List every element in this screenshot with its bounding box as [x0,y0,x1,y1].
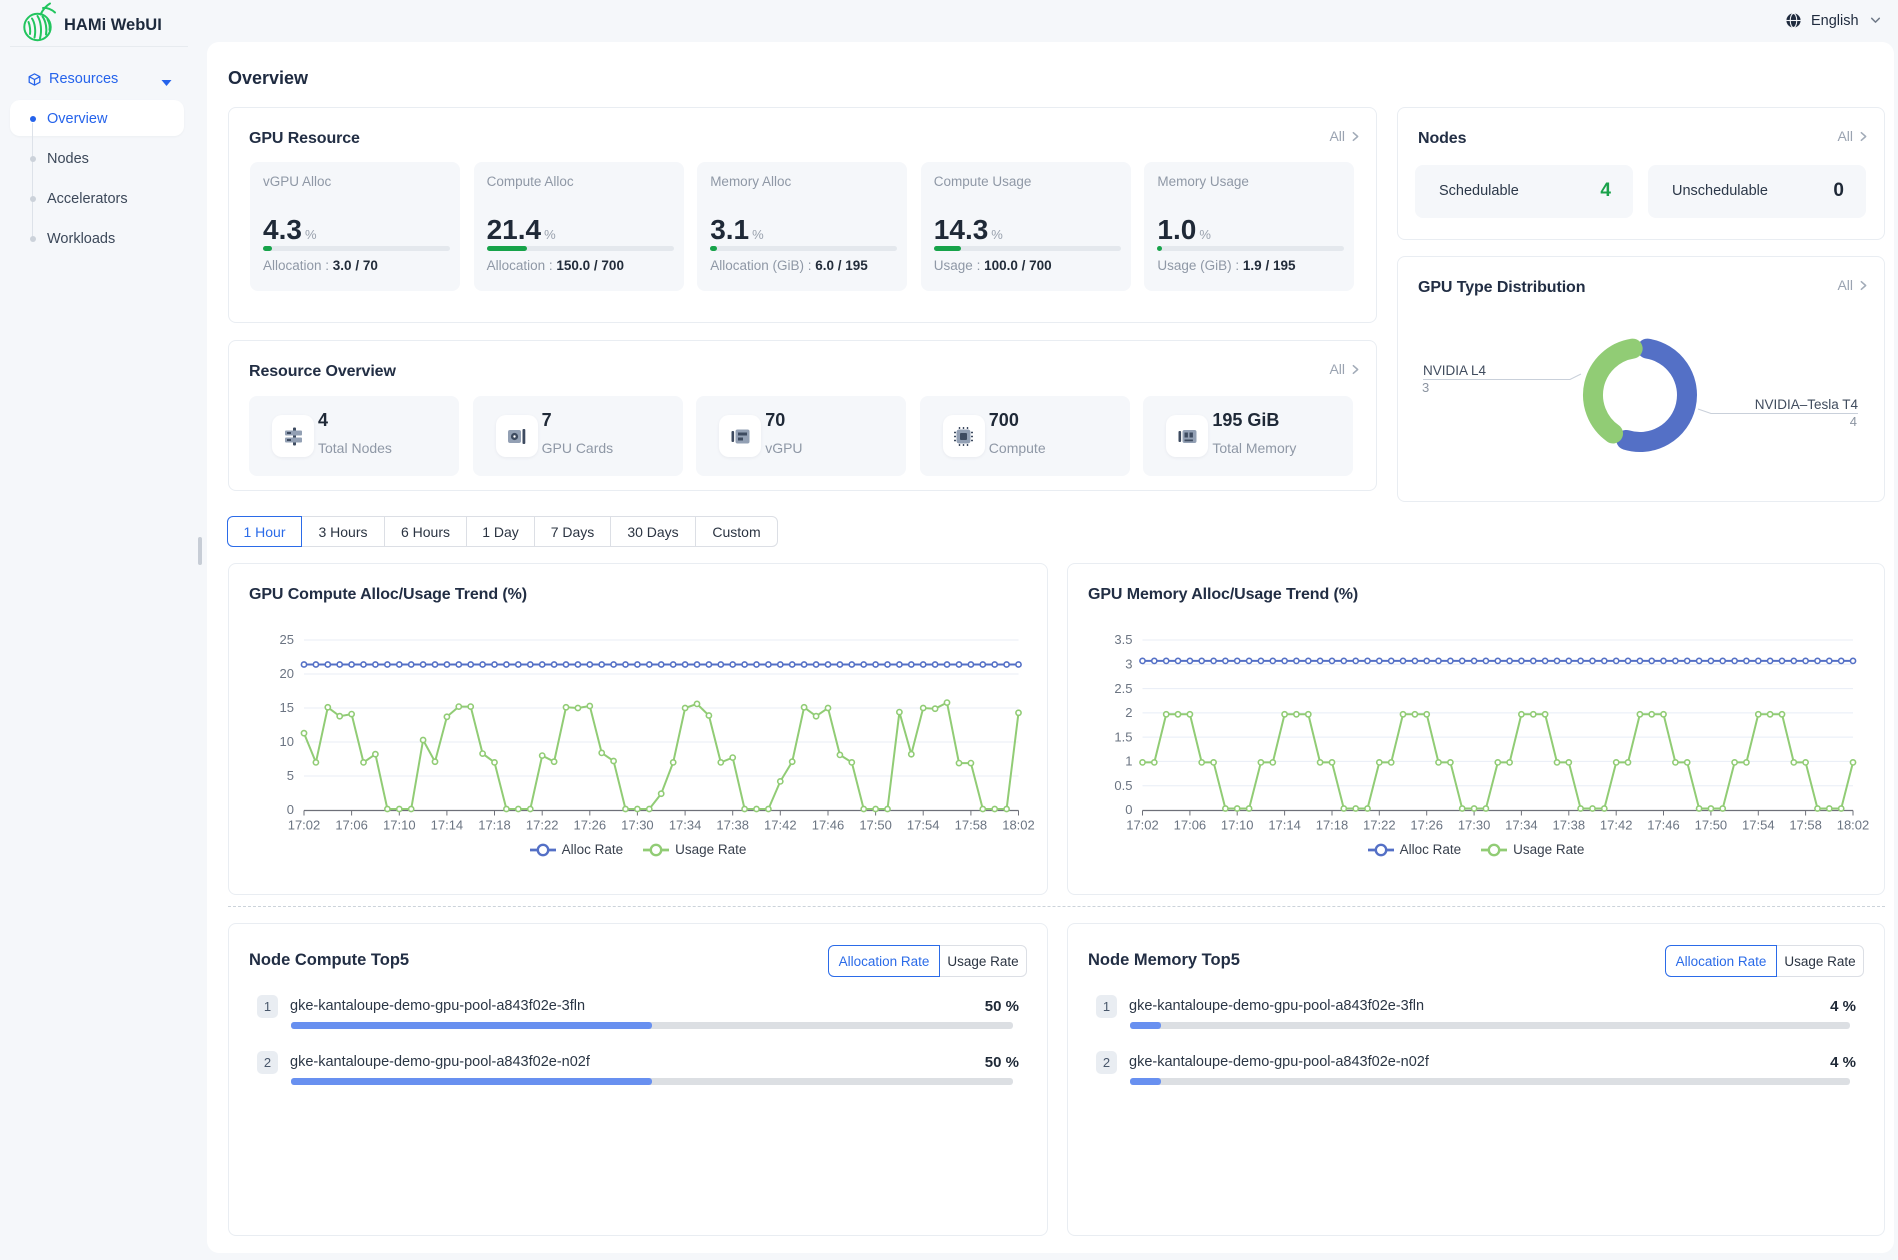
svg-text:17:38: 17:38 [716,818,749,833]
svg-text:0: 0 [287,802,294,817]
svg-text:17:18: 17:18 [478,818,511,833]
svg-text:17:30: 17:30 [621,818,654,833]
svg-text:17:02: 17:02 [1126,818,1159,833]
svg-text:17:46: 17:46 [812,818,845,833]
svg-text:17:42: 17:42 [764,818,797,833]
svg-text:0: 0 [1125,802,1132,817]
svg-text:NVIDIA–Tesla T4: NVIDIA–Tesla T4 [1755,397,1859,412]
svg-text:17:50: 17:50 [859,818,892,833]
svg-text:17:06: 17:06 [335,818,368,833]
svg-text:17:02: 17:02 [288,818,321,833]
svg-text:17:06: 17:06 [1174,818,1207,833]
svg-text:17:42: 17:42 [1600,818,1633,833]
svg-text:1.5: 1.5 [1114,729,1132,744]
svg-text:17:58: 17:58 [1789,818,1822,833]
svg-text:3: 3 [1125,657,1132,672]
svg-text:17:46: 17:46 [1647,818,1680,833]
svg-text:5: 5 [287,768,294,783]
svg-text:4: 4 [1850,414,1857,429]
svg-text:17:54: 17:54 [1742,818,1775,833]
svg-text:17:14: 17:14 [431,818,464,833]
svg-text:17:26: 17:26 [574,818,607,833]
svg-text:3.5: 3.5 [1114,632,1132,647]
svg-text:25: 25 [280,632,294,647]
svg-text:17:10: 17:10 [383,818,416,833]
svg-text:17:22: 17:22 [1363,818,1396,833]
svg-text:0.5: 0.5 [1114,778,1132,793]
svg-text:17:26: 17:26 [1410,818,1443,833]
svg-text:20: 20 [280,666,294,681]
svg-text:17:54: 17:54 [907,818,940,833]
svg-text:18:02: 18:02 [1837,818,1870,833]
svg-text:17:50: 17:50 [1695,818,1728,833]
svg-text:17:18: 17:18 [1316,818,1349,833]
svg-text:2.5: 2.5 [1114,681,1132,696]
svg-text:15: 15 [280,700,294,715]
svg-text:NVIDIA L4: NVIDIA L4 [1423,363,1487,378]
svg-text:17:34: 17:34 [669,818,702,833]
svg-text:2: 2 [1125,705,1132,720]
svg-text:17:58: 17:58 [955,818,988,833]
svg-text:3: 3 [1422,380,1429,395]
svg-text:17:38: 17:38 [1553,818,1586,833]
svg-text:17:30: 17:30 [1458,818,1491,833]
svg-text:17:34: 17:34 [1505,818,1538,833]
svg-text:17:10: 17:10 [1221,818,1254,833]
svg-text:18:02: 18:02 [1002,818,1035,833]
svg-text:17:14: 17:14 [1268,818,1301,833]
svg-text:10: 10 [280,734,294,749]
svg-text:1: 1 [1125,754,1132,769]
svg-text:17:22: 17:22 [526,818,559,833]
